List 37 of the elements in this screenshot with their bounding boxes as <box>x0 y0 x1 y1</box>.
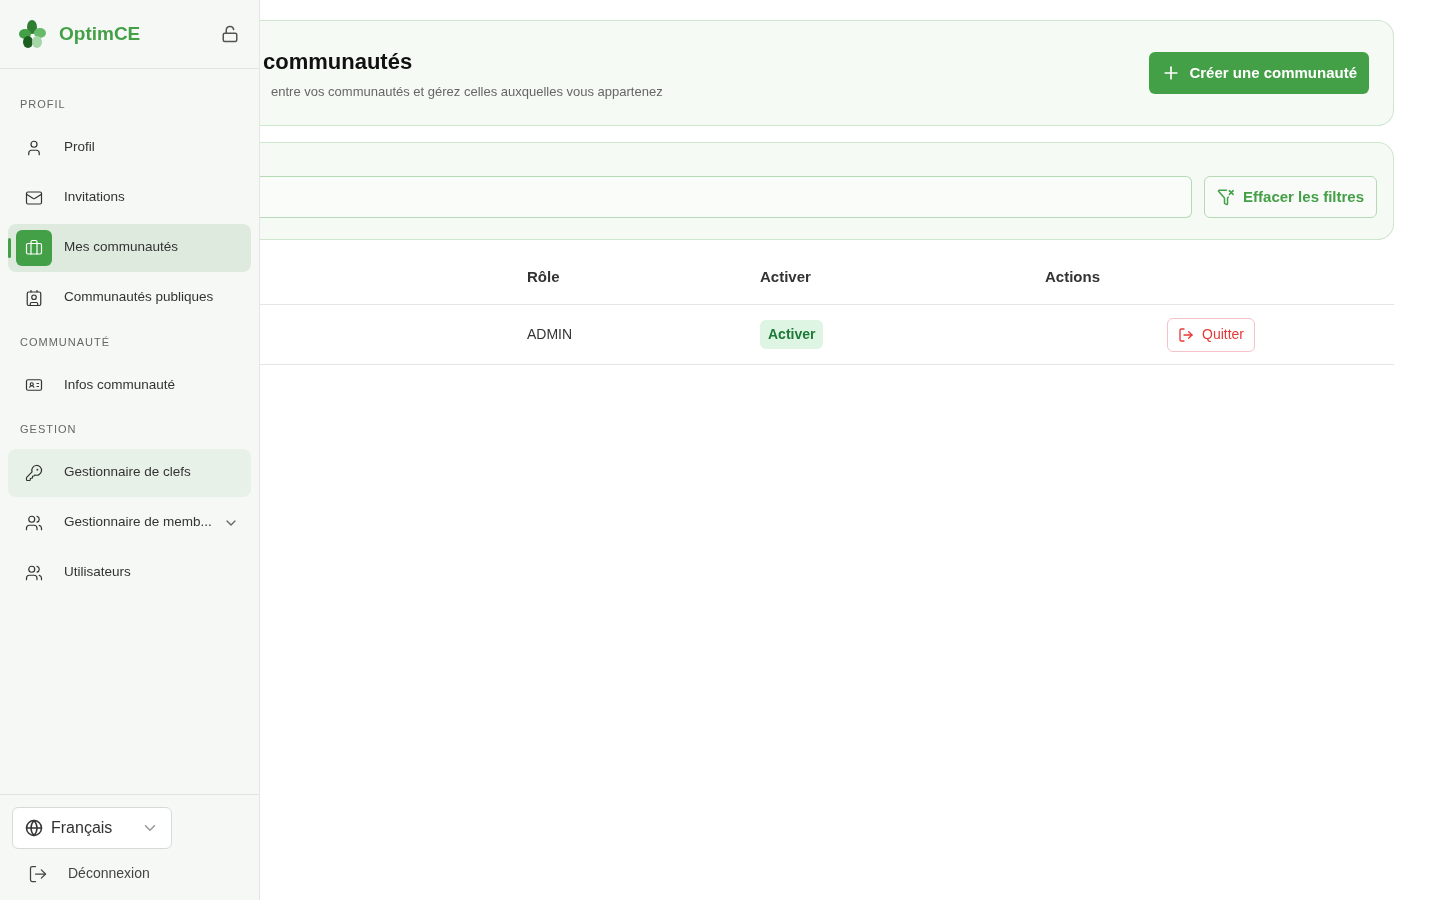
language-select[interactable]: Français <box>12 807 172 849</box>
unlock-icon[interactable] <box>221 25 239 43</box>
sidebar-item[interactable]: Mes communautés <box>8 223 251 272</box>
section-heading: COMMUNAUTÉ <box>19 334 112 350</box>
sidebar-item[interactable]: Infos communauté <box>8 361 251 409</box>
id-card-icon <box>25 376 43 394</box>
sidebar-item[interactable]: Profil <box>8 123 251 172</box>
logout-icon <box>28 863 48 884</box>
globe-icon <box>25 819 43 837</box>
status-tag: Activer <box>760 320 824 349</box>
sidebar-item[interactable]: Invitations <box>8 173 251 222</box>
logout-icon <box>1178 326 1194 343</box>
clover-logo-icon <box>17 19 47 49</box>
briefcase-icon <box>25 238 43 257</box>
users-icon <box>25 513 43 532</box>
sidebar-item[interactable]: Utilisateurs <box>8 548 251 597</box>
sidebar-item[interactable]: Communautés publiques <box>8 273 251 322</box>
search-field[interactable] <box>260 176 1193 218</box>
users-icon <box>25 563 43 582</box>
sidebar-item[interactable]: Gestionnaire de clefs <box>8 448 251 497</box>
logout-link[interactable]: Déconnexion <box>28 863 150 884</box>
mail-icon <box>25 188 43 207</box>
sidebar-item[interactable]: Gestionnaire de memb... <box>8 498 251 547</box>
section-heading: PROFIL <box>19 97 67 112</box>
brand-name: OptimCE <box>59 21 141 46</box>
column-header: Rôle <box>527 266 560 287</box>
page-title: communautés <box>263 47 414 76</box>
leave-button[interactable]: Quitter <box>1167 317 1255 352</box>
page-subtitle: entre vos communautés et gérez celles auxquelles vous appartenez <box>270 82 663 101</box>
filter-clear-icon <box>1217 188 1236 206</box>
user-icon <box>25 138 43 157</box>
contact-card-icon <box>25 288 43 307</box>
column-header: Actions <box>1045 266 1100 287</box>
section-heading: GESTION <box>19 422 78 437</box>
column-header: Activer <box>760 266 811 287</box>
role-cell-text: ADMIN <box>527 325 573 344</box>
key-icon <box>25 463 43 482</box>
